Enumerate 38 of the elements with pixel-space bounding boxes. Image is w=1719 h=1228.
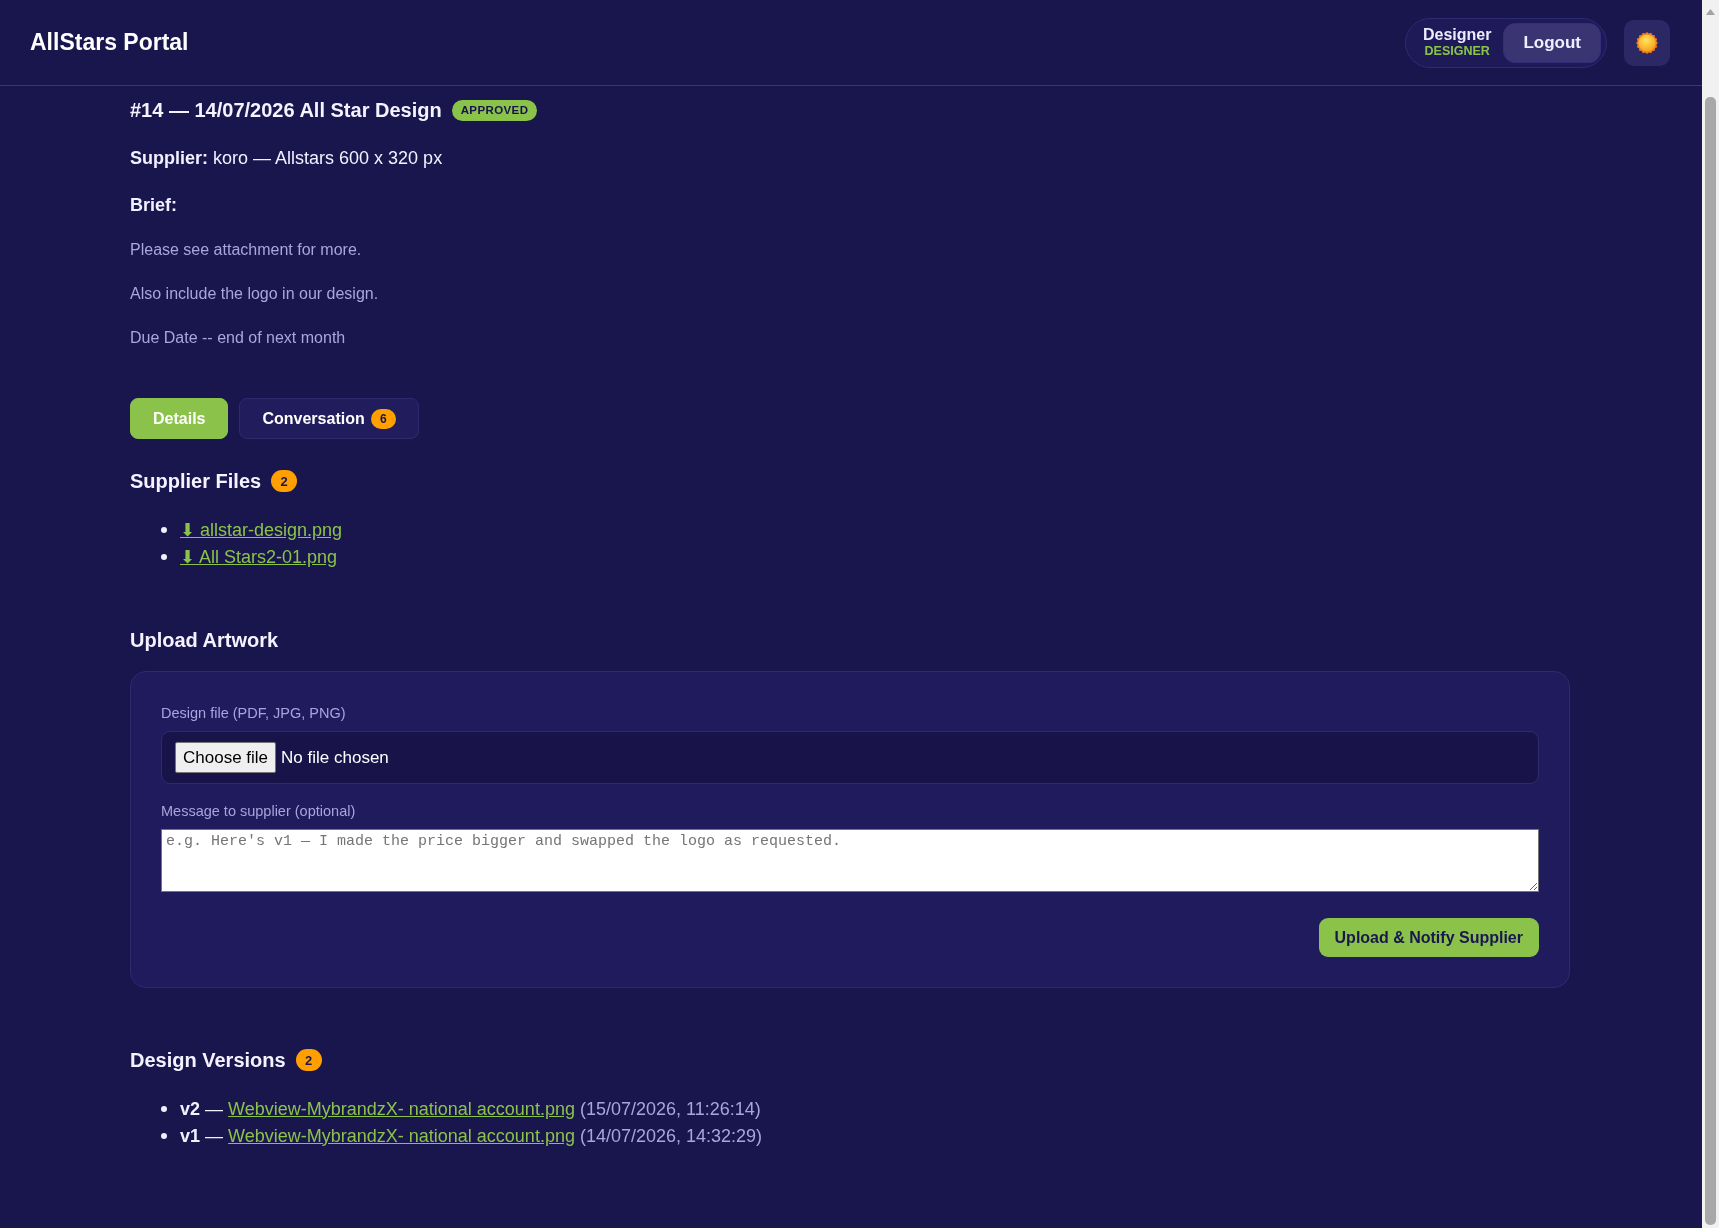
section-heading: Supplier Files — [130, 469, 262, 494]
count-badge: 2 — [295, 1049, 322, 1071]
brief-text: Please see attachment for more. — [130, 240, 363, 260]
brief-text: Also include the logo in our design. — [130, 284, 380, 304]
bullet-icon — [161, 526, 167, 533]
user-role: DESIGNER — [1424, 45, 1490, 58]
field-label: Design file (PDF, JPG, PNG) — [161, 704, 347, 723]
bullet-icon — [161, 553, 167, 560]
field-label: Message to supplier (optional) — [161, 802, 357, 821]
version-entry: v2 — Webview-MybrandzX- national account.png (15/07/2026, 11:26:14) — [180, 1097, 761, 1120]
user-name: Designer — [1422, 27, 1492, 44]
choose-file-button[interactable]: Choose file — [175, 742, 277, 773]
theme-toggle-button[interactable] — [1624, 19, 1670, 66]
tab[interactable]: Conversation 6 — [239, 398, 419, 439]
download-link[interactable]: ⬇ allstar-design.png — [180, 518, 343, 541]
supplier-info: Supplier: koro — Allstars 600 x 320 px — [130, 147, 444, 170]
file-link[interactable]: Webview-MybrandzX- national account.png — [228, 1098, 575, 1119]
message-field[interactable]: e.g. Here's v1 — I made the price bigger and swapped the logo as requested. — [161, 829, 1539, 892]
sun-icon — [1636, 31, 1658, 54]
scrollbar[interactable] — [1702, 0, 1719, 1228]
section-heading: Design Versions — [130, 1048, 286, 1073]
bullet-icon — [161, 1132, 167, 1139]
logout-button[interactable]: Logout — [1503, 22, 1601, 63]
brief-text: Due Date -- end of next month — [130, 328, 347, 348]
portal-title: AllStars Portal — [30, 29, 189, 56]
count-badge: 6 — [370, 408, 396, 429]
upload-button[interactable]: Upload & Notify Supplier — [1318, 918, 1539, 957]
bullet-icon — [161, 1105, 167, 1112]
count-badge: 2 — [271, 470, 298, 492]
section-heading: Upload Artwork — [130, 628, 279, 653]
file-link[interactable]: Webview-MybrandzX- national account.png — [228, 1125, 575, 1146]
file-input-field[interactable]: Choose file No file chosen — [161, 731, 1539, 784]
job-title: #14 — 14/07/2026 All Star Design — [130, 98, 442, 123]
download-link[interactable]: ⬇ All Stars2-01.png — [180, 545, 338, 568]
file-status: No file chosen — [281, 747, 389, 768]
status-badge: APPROVED — [451, 99, 538, 121]
version-entry: v1 — Webview-MybrandzX- national account.png (14/07/2026, 14:32:29) — [180, 1124, 763, 1147]
brief-label: Brief: — [130, 194, 178, 217]
